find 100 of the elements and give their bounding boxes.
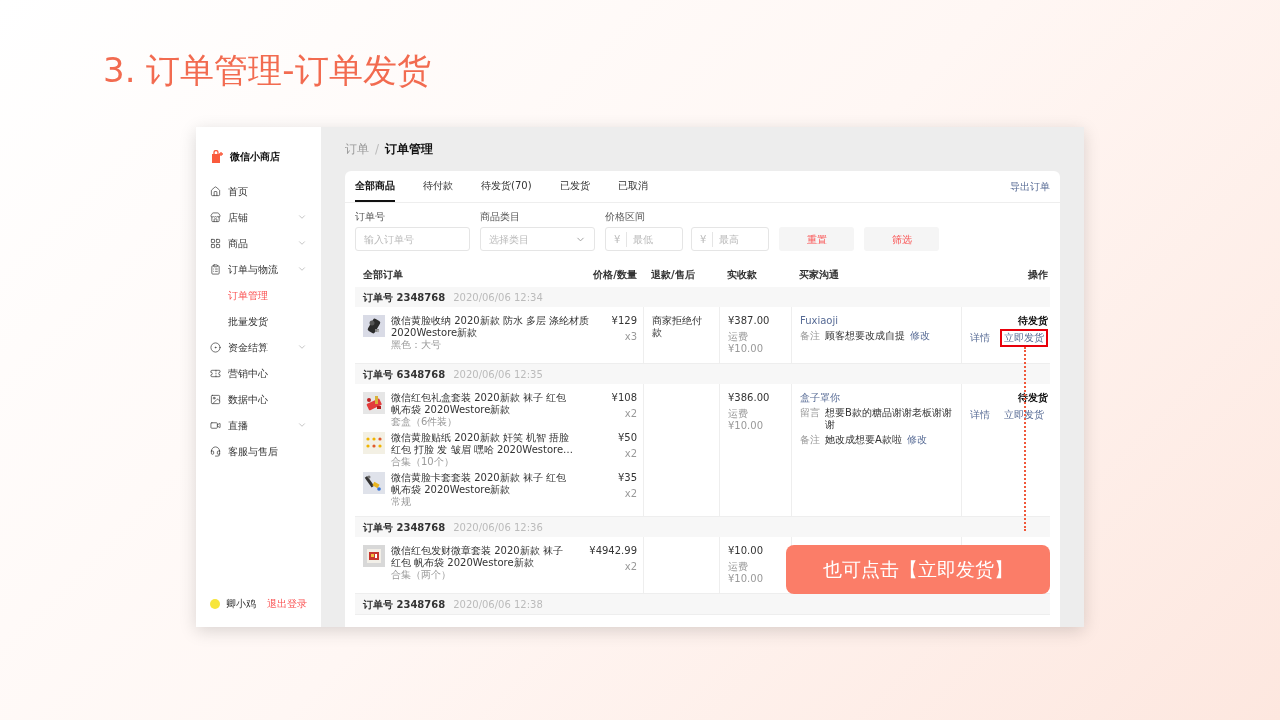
home-icon bbox=[210, 185, 221, 197]
sidebar-subitem[interactable]: 批量发货 bbox=[196, 308, 321, 334]
sidebar-item[interactable]: 店铺 bbox=[196, 204, 321, 230]
received-amount: ¥387.00 bbox=[728, 315, 771, 327]
slide-title: 3. 订单管理-订单发货 bbox=[103, 49, 431, 92]
ship-now-link[interactable]: 立即发货 bbox=[1000, 329, 1048, 347]
order-number: 订单号 6348768 bbox=[363, 367, 446, 382]
received-amount: ¥386.00 bbox=[728, 392, 771, 404]
product-name-line: 帆布袋 2020Westore新款 bbox=[391, 484, 512, 496]
product-name-line: 微信红包礼盒套装 2020新款 袜子 红包 bbox=[391, 392, 567, 404]
order-number: 订单号 2348768 bbox=[363, 290, 446, 305]
note-label: 备注 bbox=[800, 434, 820, 446]
note-text: 她改成想要A款啦 bbox=[825, 434, 902, 446]
field-label: 价格区间 bbox=[605, 211, 646, 223]
ticket-icon bbox=[210, 367, 221, 379]
order-time: 2020/06/06 12:35 bbox=[453, 367, 543, 382]
details-link[interactable]: 详情 bbox=[966, 406, 994, 424]
sidebar-item[interactable]: 资金结算 bbox=[196, 334, 321, 360]
edit-link[interactable]: 修改 bbox=[906, 434, 927, 446]
headset-icon bbox=[210, 445, 221, 457]
column-header: 买家沟通 bbox=[798, 267, 840, 282]
order-time: 2020/06/06 12:38 bbox=[453, 597, 543, 612]
user-name: 卿小鸡 bbox=[226, 597, 257, 611]
chevron-down-icon bbox=[297, 212, 307, 222]
chevron-down-icon bbox=[297, 238, 307, 248]
order-time: 2020/06/06 12:34 bbox=[453, 290, 543, 305]
sidebar-subitem[interactable]: 订单管理 bbox=[196, 282, 321, 308]
order-status: 待发货 bbox=[1018, 315, 1048, 327]
product-name-line: 微信红包发财微章套装 2020新款 袜子 bbox=[391, 545, 564, 557]
product-spec: 合集（10个） bbox=[391, 456, 455, 468]
shipping-fee: 运费 ¥10.00 bbox=[728, 331, 764, 355]
field-label: 商品类目 bbox=[480, 211, 521, 223]
product-quantity: x3 bbox=[624, 331, 637, 343]
product-spec: 套盒（6件装） bbox=[391, 416, 459, 428]
chevron-down-icon bbox=[297, 342, 307, 352]
product-quantity: x2 bbox=[624, 408, 637, 420]
tab[interactable]: 已发货 bbox=[559, 171, 590, 202]
tab[interactable]: 已取消 bbox=[617, 171, 648, 202]
product-price: ¥35 bbox=[617, 472, 637, 484]
product-quantity: x2 bbox=[624, 488, 637, 500]
chevron-down-icon bbox=[297, 420, 307, 430]
circle-dot-icon bbox=[210, 341, 221, 353]
note-label: 备注 bbox=[800, 330, 820, 342]
product-price: ¥108 bbox=[611, 392, 637, 404]
field-label: 订单号 bbox=[355, 211, 386, 223]
order-time: 2020/06/06 12:36 bbox=[453, 520, 543, 535]
sidebar-item[interactable]: 营销中心 bbox=[196, 360, 321, 386]
chevron-down-icon bbox=[297, 264, 307, 274]
product-name-line: 微信黄脸卡套套装 2020新款 袜子 红包 bbox=[391, 472, 567, 484]
product-quantity: x2 bbox=[624, 448, 637, 460]
logout-link[interactable]: 退出登录 bbox=[267, 596, 307, 611]
app-name: 微信小商店 bbox=[230, 150, 280, 164]
shopping-bag-icon bbox=[210, 149, 224, 164]
buyer-name[interactable]: Fuxiaoji bbox=[800, 315, 953, 327]
note-label: 留言 bbox=[800, 407, 820, 420]
product-spec: 常规 bbox=[391, 496, 412, 508]
product-name-line: 2020Westore新款 bbox=[391, 327, 479, 339]
product-name-line: 红包 打脸 发 皱眉 嘿哈 2020Westore… bbox=[391, 444, 575, 456]
product-price: ¥129 bbox=[611, 315, 637, 327]
video-camera-icon bbox=[210, 419, 221, 431]
store-icon bbox=[210, 211, 221, 223]
sidebar-item[interactable]: 直播 bbox=[196, 412, 321, 438]
sidebar-item[interactable]: 客服与售后 bbox=[196, 438, 321, 464]
product-price: ¥50 bbox=[617, 432, 637, 444]
edit-link[interactable]: 修改 bbox=[910, 330, 930, 342]
order-number: 订单号 2348768 bbox=[363, 597, 446, 612]
product-name-line: 微信黄脸收纳 2020新款 防水 多层 涤纶材质 bbox=[391, 315, 591, 327]
sidebar-item[interactable]: 首页 bbox=[196, 178, 321, 204]
received-amount: ¥10.00 bbox=[728, 545, 764, 557]
avatar bbox=[210, 598, 220, 609]
page-title: 订单管理 bbox=[385, 141, 434, 158]
sidebar-item[interactable]: 数据中心 bbox=[196, 386, 321, 412]
details-link[interactable]: 详情 bbox=[966, 329, 994, 347]
column-header: 退款/售后 bbox=[650, 267, 696, 282]
image-icon bbox=[210, 393, 221, 405]
product-spec: 黑色：大号 bbox=[391, 339, 442, 351]
tab[interactable]: 待发货(70) bbox=[481, 171, 532, 202]
grid-icon bbox=[210, 237, 221, 249]
reset-button[interactable]: 重置 bbox=[779, 227, 854, 251]
shipping-fee: 运费 ¥10.00 bbox=[728, 408, 764, 432]
sidebar-item[interactable]: 商品 bbox=[196, 230, 321, 256]
export-link[interactable]: 导出订单 bbox=[1010, 179, 1050, 194]
filter-button[interactable]: 筛选 bbox=[864, 227, 939, 251]
column-header: 实收款 bbox=[726, 267, 758, 282]
product-name-line: 微信黄脸贴纸 2020新款 奸笑 机智 捂脸 bbox=[391, 432, 571, 444]
column-header: 价格/数量 bbox=[592, 267, 638, 282]
tab[interactable]: 全部商品 bbox=[355, 171, 395, 202]
product-spec: 合集（两个） bbox=[391, 569, 452, 581]
column-header: 操作 bbox=[1027, 267, 1049, 282]
refund-status: 商家拒绝付款 bbox=[652, 315, 702, 338]
callout-bubble: 也可点击【立即发货】 bbox=[786, 545, 1050, 594]
ship-now-link[interactable]: 立即发货 bbox=[1000, 406, 1048, 424]
buyer-name[interactable]: 盒子罩你 bbox=[800, 392, 953, 404]
tab[interactable]: 待付款 bbox=[423, 171, 453, 202]
note-text: 顾客想要改成自提 bbox=[825, 330, 905, 342]
sidebar-item[interactable]: 订单与物流 bbox=[196, 256, 321, 282]
clipboard-icon bbox=[210, 263, 221, 275]
product-quantity: x2 bbox=[624, 561, 637, 573]
column-header: 全部订单 bbox=[362, 267, 404, 282]
breadcrumb-separator: / bbox=[375, 141, 380, 158]
